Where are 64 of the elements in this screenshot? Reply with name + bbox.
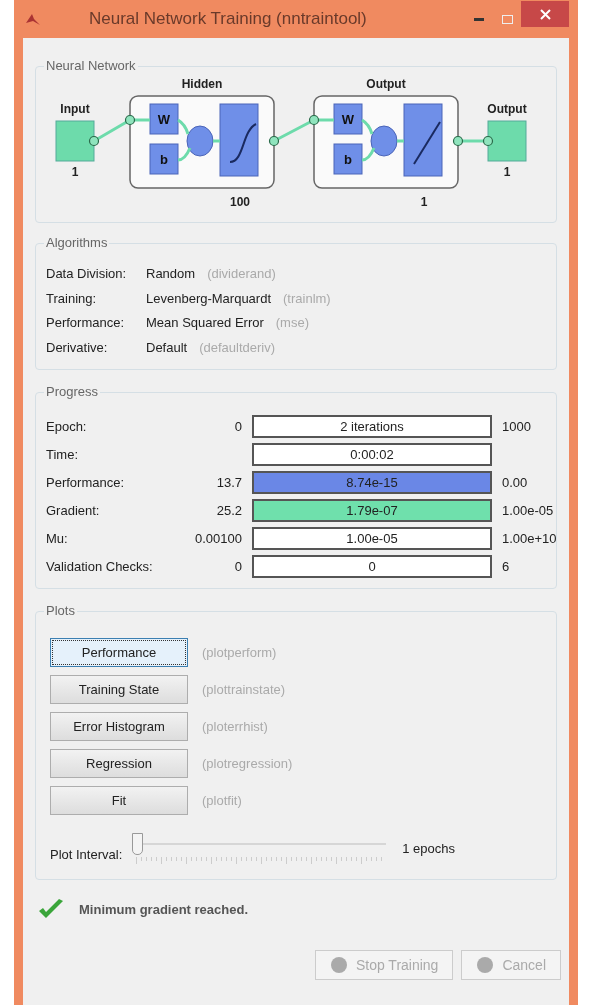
start-value: 0: [234, 418, 242, 434]
node-label: Input: [60, 102, 90, 116]
window-title: Neural Network Training (nntraintool): [89, 8, 367, 31]
weight-label: W: [157, 112, 171, 127]
function-name: (mse): [275, 314, 309, 332]
function-name: (plotfit): [202, 791, 242, 810]
progress-label: Gradient:: [46, 501, 101, 520]
close-icon: [539, 8, 551, 20]
bias-label: b: [160, 152, 168, 167]
function-name: (plotperform): [202, 643, 277, 662]
start-value: 13.7: [216, 474, 242, 490]
node-label: Output: [487, 102, 527, 116]
plot-button[interactable]: Performance: [50, 638, 188, 667]
algorithm-label: Derivative:: [46, 338, 109, 357]
slider-thumb[interactable]: [132, 833, 144, 855]
plot-button[interactable]: Regression: [50, 749, 188, 778]
slider-reading: 1 epochs: [402, 840, 456, 859]
progress-bar: 1.79e-07: [252, 499, 492, 522]
node-size: 1: [503, 165, 511, 179]
algorithm-value: Default: [146, 338, 188, 357]
weight-label: W: [341, 112, 355, 127]
function-name: (defaultderiv): [199, 338, 276, 357]
function-name: (plottrainstate): [202, 680, 286, 699]
progress-label: Performance:: [46, 473, 126, 492]
algorithm-value: Random: [146, 265, 196, 283]
status-message: Minimum gradient reached.: [79, 901, 249, 920]
bias-label: b: [344, 152, 352, 167]
node-size: 1: [71, 165, 79, 179]
end-value: 1.00e-05: [502, 502, 554, 518]
end-value: 1000: [502, 418, 531, 434]
button-icon: [476, 956, 495, 974]
close-button[interactable]: [521, 1, 569, 27]
button-icon: [329, 956, 348, 974]
layer-title: Output: [366, 77, 406, 91]
end-value: 0.00: [502, 474, 528, 490]
plot-interval-slider[interactable]: [132, 833, 387, 865]
function-name: (plotregression): [202, 754, 293, 773]
function-name: (dividerand): [207, 265, 276, 283]
start-value: 0.00100: [195, 530, 242, 546]
progress-bar: 8.74e-15: [252, 471, 492, 494]
plot-button[interactable]: Fit: [50, 786, 188, 815]
minimize-icon: [474, 17, 484, 21]
progress-label: Epoch:: [46, 417, 88, 436]
progress-label: Validation Checks:: [46, 557, 154, 576]
function-name: (ploterrhist): [202, 717, 268, 736]
algorithm-label: Performance:: [46, 314, 126, 332]
function-name: (trainlm): [283, 289, 331, 308]
maximize-icon: [501, 14, 513, 24]
progress-label: Mu:: [46, 529, 69, 548]
algorithm-value: Mean Squared Error: [146, 314, 264, 332]
plot-button[interactable]: Error Histogram: [50, 712, 188, 741]
progress-label: Time:: [46, 445, 80, 464]
start-value: 0: [234, 558, 242, 574]
algorithm-label: Training:: [46, 289, 98, 308]
layer-size: 100: [230, 195, 250, 209]
layer-title: Hidden: [181, 77, 223, 91]
plot-button[interactable]: Training State: [50, 675, 188, 704]
algorithm-label: Data Division:: [46, 265, 128, 283]
end-value: 1.00e+10: [502, 530, 557, 546]
layer-size: 1: [420, 195, 428, 209]
start-value: 25.2: [216, 502, 242, 518]
slider-label: Plot Interval:: [50, 846, 123, 865]
algorithm-value: Levenberg-Marquardt: [146, 289, 272, 308]
end-value: 6: [502, 558, 510, 574]
